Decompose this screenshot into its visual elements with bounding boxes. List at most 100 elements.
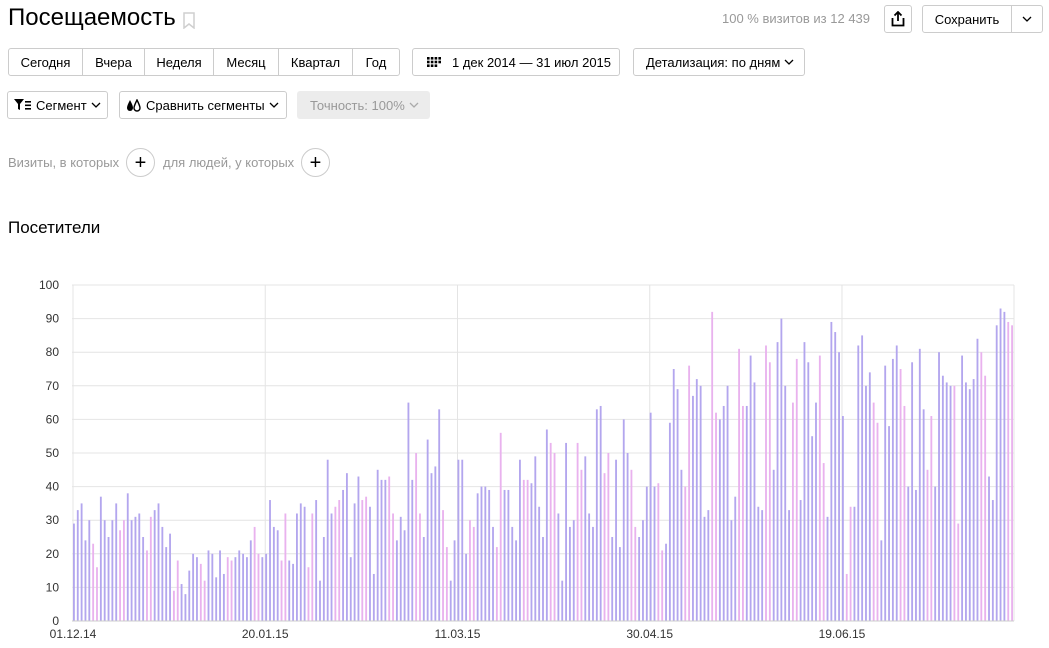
visitors-bar[interactable] [857, 345, 860, 621]
visitors-bar[interactable] [761, 510, 764, 621]
visitors-bar[interactable] [684, 486, 687, 621]
visitors-bar[interactable] [888, 426, 890, 621]
visitors-bar[interactable] [357, 476, 360, 621]
visitors-bar[interactable] [661, 550, 664, 621]
visitors-bar[interactable] [326, 459, 329, 621]
visitors-bar[interactable] [111, 520, 114, 621]
visitors-bar[interactable] [826, 516, 829, 621]
visitors-bar[interactable] [384, 479, 387, 621]
visitors-bar[interactable] [272, 526, 275, 621]
visitors-bar[interactable] [718, 419, 721, 621]
visitors-bar[interactable] [207, 550, 210, 621]
visitors-bar[interactable] [157, 503, 160, 621]
visitors-bar[interactable] [780, 318, 783, 621]
visitors-bar[interactable] [99, 496, 102, 621]
visitors-bar[interactable] [299, 503, 302, 621]
visitors-bar[interactable] [803, 342, 806, 621]
visitors-bar[interactable] [649, 412, 652, 621]
visitors-bar[interactable] [722, 405, 725, 621]
visitors-bar[interactable] [538, 506, 541, 621]
visitors-bar[interactable] [699, 385, 702, 621]
visitors-bar[interactable] [395, 540, 398, 621]
visitors-bar[interactable] [561, 580, 564, 621]
visitors-bar[interactable] [653, 486, 656, 621]
visitors-bar[interactable] [345, 473, 348, 621]
visitors-bar[interactable] [480, 486, 483, 621]
visitors-bar[interactable] [672, 369, 675, 621]
visitors-bar[interactable] [765, 345, 767, 621]
visitors-bar[interactable] [180, 584, 183, 621]
visitors-bar[interactable] [376, 469, 379, 621]
visitors-bar[interactable] [249, 540, 252, 621]
compare-segments-button[interactable]: Сравнить сегменты [119, 91, 287, 119]
visitors-bar[interactable] [891, 358, 894, 621]
visitors-bar[interactable] [965, 382, 967, 621]
visitors-bar[interactable] [841, 416, 844, 621]
visitors-bar[interactable] [592, 526, 594, 621]
visitors-bar[interactable] [261, 557, 264, 621]
visitors-bar[interactable] [707, 510, 710, 621]
visitors-bar[interactable] [730, 520, 733, 621]
visitors-bar[interactable] [880, 540, 883, 621]
visitors-bar[interactable] [107, 537, 110, 621]
visitors-bar[interactable] [415, 453, 418, 621]
visitors-bar[interactable] [845, 573, 848, 621]
visitors-bar[interactable] [657, 483, 660, 621]
visitors-bar[interactable] [692, 395, 694, 621]
visitors-bar[interactable] [211, 553, 214, 621]
visitors-bar[interactable] [526, 479, 529, 621]
visitors-bar[interactable] [499, 432, 502, 621]
visitors-bar[interactable] [246, 557, 248, 621]
visitors-bar[interactable] [545, 429, 548, 621]
visitors-bar[interactable] [926, 469, 929, 621]
visitors-bar[interactable] [872, 402, 875, 621]
visitors-bar[interactable] [361, 500, 364, 621]
visitors-bar[interactable] [776, 342, 779, 621]
visitors-bar[interactable] [534, 456, 537, 621]
visitors-bar[interactable] [668, 422, 671, 621]
visitors-bar[interactable] [172, 590, 175, 621]
visitors-bar[interactable] [292, 563, 295, 621]
visitors-bar[interactable] [988, 476, 990, 621]
visitors-bar[interactable] [369, 506, 371, 621]
visitors-bar[interactable] [834, 332, 837, 621]
visitors-bar[interactable] [519, 459, 521, 621]
visitors-bar[interactable] [557, 513, 560, 621]
visitors-bar[interactable] [972, 379, 975, 621]
visitors-bar[interactable] [407, 402, 410, 621]
visitors-bar[interactable] [511, 526, 514, 621]
visitors-bar[interactable] [342, 489, 344, 621]
visitors-bar[interactable] [734, 496, 737, 621]
visitors-bar[interactable] [453, 540, 456, 621]
visitors-bar[interactable] [215, 577, 218, 621]
visitors-bar[interactable] [738, 348, 741, 621]
visitors-bar[interactable] [92, 543, 95, 621]
visitors-bar[interactable] [849, 506, 852, 621]
visitors-bar[interactable] [445, 547, 448, 621]
visitors-bar[interactable] [349, 557, 352, 621]
visitors-bar[interactable] [742, 405, 744, 621]
visitors-bar[interactable] [330, 513, 333, 621]
visitors-bar[interactable] [549, 442, 552, 621]
visitors-bar[interactable] [315, 500, 318, 621]
visitors-bar[interactable] [399, 516, 402, 621]
visitors-bar[interactable] [553, 453, 556, 621]
visitors-bar[interactable] [119, 530, 121, 621]
visitors-bar[interactable] [138, 513, 141, 621]
visitors-bar[interactable] [122, 520, 125, 621]
visitors-bar[interactable] [949, 385, 952, 621]
visitors-bar[interactable] [503, 489, 506, 621]
visitors-bar[interactable] [768, 362, 771, 621]
visitors-bar[interactable] [799, 500, 802, 621]
visitors-bar[interactable] [1011, 325, 1013, 621]
bookmark-icon[interactable] [183, 12, 195, 29]
visitors-bar[interactable] [1007, 321, 1010, 621]
visitors-bar[interactable] [615, 459, 617, 621]
visitors-bar[interactable] [134, 516, 137, 621]
visitors-bar[interactable] [184, 594, 187, 621]
visitors-bar[interactable] [492, 526, 494, 621]
visitors-bar[interactable] [830, 321, 833, 621]
visitors-bar[interactable] [588, 513, 591, 621]
visitors-bar[interactable] [895, 345, 898, 621]
visitors-bar[interactable] [280, 560, 283, 621]
